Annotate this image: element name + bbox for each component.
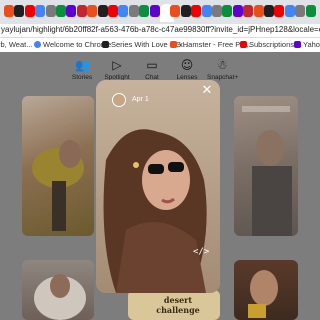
browser-tab[interactable] bbox=[118, 5, 129, 17]
browser-tab[interactable] bbox=[191, 5, 202, 17]
browser-tab[interactable] bbox=[253, 5, 264, 17]
youtube-icon bbox=[240, 41, 247, 48]
bookmark-item[interactable]: Subscriptions 0 bbox=[240, 40, 300, 49]
nav-lenses[interactable]: ☺ Lenses bbox=[172, 58, 202, 81]
embed-code-icon[interactable]: </> bbox=[193, 247, 209, 259]
browser-tab[interactable] bbox=[87, 5, 98, 17]
story-card[interactable] bbox=[234, 96, 298, 236]
bookmark-item[interactable]: Welcome to Chrome bbox=[34, 40, 111, 49]
browser-tab[interactable] bbox=[212, 5, 222, 17]
xhamster-icon bbox=[170, 41, 177, 48]
browser-tab[interactable] bbox=[66, 5, 77, 17]
browser-tab[interactable] bbox=[24, 5, 35, 17]
browser-tab[interactable] bbox=[76, 5, 87, 17]
desert-challenge-label: desert challenge bbox=[156, 295, 200, 315]
browser-tab[interactable] bbox=[180, 5, 191, 17]
browser-tab[interactable] bbox=[222, 5, 233, 17]
nav-stories[interactable]: 👥 Stories bbox=[67, 58, 97, 81]
browser-tab[interactable] bbox=[284, 5, 295, 17]
browser-tab[interactable] bbox=[201, 5, 212, 17]
browser-tab[interactable] bbox=[56, 5, 66, 17]
browser-tab[interactable] bbox=[295, 5, 306, 17]
story-thumbnail bbox=[248, 270, 278, 318]
play-icon: ▷ bbox=[112, 58, 122, 72]
bookmarks-bar: rb, Weat... Welcome to Chrome Series Wit… bbox=[0, 38, 320, 53]
browser-tab[interactable] bbox=[305, 5, 316, 17]
yahoo-icon bbox=[294, 41, 301, 48]
nav-snapchat-plus[interactable]: ☃ Snapchat+ bbox=[207, 58, 238, 81]
nav-chat[interactable]: ▭ Chat bbox=[137, 58, 167, 81]
address-text[interactable]: yaylujan/highlight/6b20ff82f-a563-476b-a… bbox=[1, 25, 320, 34]
close-icon[interactable]: ✕ bbox=[200, 84, 214, 98]
browser-tab[interactable] bbox=[170, 5, 181, 17]
browser-tab[interactable] bbox=[45, 5, 56, 17]
chrome-icon bbox=[34, 41, 41, 48]
browser-tab[interactable] bbox=[4, 5, 14, 17]
story-timestamp: Apr 1 bbox=[132, 96, 149, 103]
browser-tab[interactable] bbox=[128, 5, 139, 17]
browser-tab[interactable] bbox=[274, 5, 285, 17]
browser-tab[interactable] bbox=[243, 5, 254, 17]
nav-spotlight[interactable]: ▷ Spotlight bbox=[102, 58, 132, 81]
bookmark-item[interactable]: rb, Weat... bbox=[0, 40, 32, 49]
chat-icon: ▭ bbox=[146, 58, 158, 72]
bookmark-item[interactable]: Yahoo M bbox=[294, 40, 320, 49]
browser-tab[interactable] bbox=[264, 5, 274, 17]
browser-tab[interactable] bbox=[14, 5, 25, 17]
snapchat-plus-icon: ☃ bbox=[216, 58, 228, 72]
lens-icon: ☺ bbox=[180, 58, 194, 72]
story-card[interactable] bbox=[22, 260, 94, 320]
browser-tab[interactable] bbox=[108, 5, 118, 17]
story-card[interactable] bbox=[234, 260, 298, 320]
story-viewer[interactable] bbox=[96, 80, 220, 293]
story-thumbnail bbox=[34, 274, 86, 320]
browser-tab[interactable] bbox=[149, 5, 160, 17]
tab-strip bbox=[0, 0, 320, 24]
story-thumbnail bbox=[32, 140, 84, 231]
story-thumbnail bbox=[242, 106, 292, 236]
browser-tab[interactable] bbox=[139, 5, 150, 17]
browser-tab[interactable] bbox=[97, 5, 108, 17]
stories-icon: 👥 bbox=[75, 58, 90, 72]
address-bar[interactable]: yaylujan/highlight/6b20ff82f-a563-476b-a… bbox=[0, 24, 320, 38]
avatar[interactable] bbox=[112, 93, 126, 107]
story-image bbox=[96, 80, 220, 293]
story-card[interactable] bbox=[22, 96, 94, 236]
series-icon bbox=[102, 41, 109, 48]
browser-tab[interactable] bbox=[35, 5, 46, 17]
browser-tab[interactable] bbox=[232, 5, 243, 17]
